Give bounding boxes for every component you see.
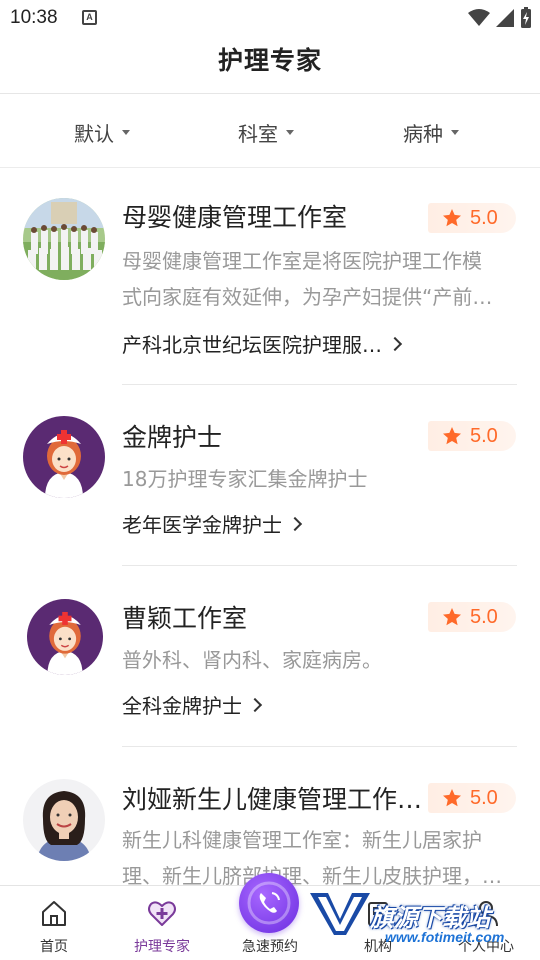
notification-icon: A — [82, 10, 97, 25]
rating-badge: 5.0 — [428, 783, 516, 813]
chevron-right-icon — [247, 697, 263, 712]
chevron-right-icon — [387, 336, 403, 351]
title-bar: 护理专家 — [0, 36, 540, 94]
watermark-text: 旗源下载站 — [370, 904, 490, 932]
phone-icon — [247, 881, 291, 925]
expert-description: 普外科、肾内科、家庭病房。 — [122, 642, 502, 678]
star-icon — [443, 209, 461, 227]
quick-booking-button[interactable] — [239, 873, 299, 933]
page-title: 护理专家 — [217, 46, 322, 75]
expert-card[interactable]: 曹颖工作室 5.0 普外科、肾内科、家庭病房。 全科金牌护士 — [0, 566, 540, 747]
rating-value: 5.0 — [470, 206, 498, 229]
status-bar: 10:38 A — [0, 0, 540, 36]
tab-label: 护理专家 — [134, 939, 190, 955]
caret-down-icon — [122, 130, 130, 135]
expert-tag[interactable]: 产科北京世纪坛医院护理服… — [122, 329, 403, 358]
description-line: 理、新生儿脐部护理、新生儿皮肤护理，… — [122, 864, 502, 885]
description-line: 普外科、肾内科、家庭病房。 — [122, 648, 382, 672]
expert-tag[interactable]: 全科金牌护士 — [122, 690, 263, 719]
expert-name: 金牌护士 — [122, 423, 223, 452]
expert-tag[interactable]: 老年医学金牌护士 — [122, 509, 303, 538]
expert-name: 母婴健康管理工作室 — [122, 203, 348, 232]
filter-department[interactable]: 科室 — [238, 118, 294, 147]
tag-label: 全科金牌护士 — [122, 694, 242, 718]
home-icon — [42, 901, 66, 926]
battery-icon — [521, 7, 531, 28]
avatar — [27, 599, 103, 675]
expert-description: 母婴健康管理工作室是将医院护理工作模 式向家庭有效延伸，为孕产妇提供“产前… — [122, 243, 502, 315]
tab-home[interactable]: 首页 — [0, 886, 108, 960]
filter-disease[interactable]: 病种 — [403, 118, 459, 147]
expert-description: 18万护理专家汇集金牌护士 — [122, 461, 502, 497]
tab-label: 首页 — [40, 939, 68, 955]
rating-value: 5.0 — [470, 786, 498, 809]
tag-label: 老年医学金牌护士 — [122, 513, 282, 537]
filter-label: 病种 — [403, 122, 443, 146]
avatar — [23, 416, 105, 498]
rating-value: 5.0 — [470, 424, 498, 447]
signal-icon — [496, 9, 514, 27]
watermark-url: www.fotimeit.com — [385, 929, 505, 945]
status-time: 10:38 — [10, 7, 58, 28]
avatar — [23, 779, 105, 861]
expert-name: 刘娅新生儿健康管理工作… — [122, 785, 422, 814]
description-line: 新生儿科健康管理工作室：新生儿居家护 — [122, 828, 482, 852]
rating-badge: 5.0 — [428, 203, 516, 233]
watermark-logo — [310, 893, 370, 935]
description-line: 母婴健康管理工作室是将医院护理工作模 — [122, 249, 482, 273]
filter-bar: 默认 科室 病种 — [0, 94, 540, 168]
expert-list: 母婴健康管理工作室 5.0 母婴健康管理工作室是将医院护理工作模 式向家庭有效延… — [0, 168, 540, 885]
rating-badge: 5.0 — [428, 421, 516, 451]
rating-value: 5.0 — [470, 605, 498, 628]
expert-card[interactable]: 金牌护士 5.0 18万护理专家汇集金牌护士 老年医学金牌护士 — [0, 385, 540, 566]
expert-name: 曹颖工作室 — [122, 604, 248, 633]
filter-label: 默认 — [74, 122, 114, 146]
filter-default[interactable]: 默认 — [74, 118, 130, 147]
tab-label: 急速预约 — [242, 939, 298, 955]
avatar — [23, 198, 105, 280]
description-line: 式向家庭有效延伸，为孕产妇提供“产前… — [122, 285, 493, 309]
status-icons — [468, 6, 532, 30]
star-icon — [443, 427, 461, 445]
expert-card[interactable]: 刘娅新生儿健康管理工作… 5.0 新生儿科健康管理工作室：新生儿居家护 理、新生… — [0, 747, 540, 885]
description-line: 18万护理专家汇集金牌护士 — [122, 467, 368, 491]
expert-card[interactable]: 母婴健康管理工作室 5.0 母婴健康管理工作室是将医院护理工作模 式向家庭有效延… — [0, 168, 540, 385]
rating-badge: 5.0 — [428, 602, 516, 632]
star-icon — [443, 789, 461, 807]
filter-label: 科室 — [238, 122, 278, 146]
expert-description: 新生儿科健康管理工作室：新生儿居家护 理、新生儿脐部护理、新生儿皮肤护理，… — [122, 822, 502, 885]
chevron-right-icon — [287, 516, 303, 531]
caret-down-icon — [451, 130, 459, 135]
tag-label: 产科北京世纪坛医院护理服… — [122, 333, 382, 357]
tab-experts[interactable]: 护理专家 — [108, 886, 216, 960]
wifi-icon — [468, 9, 490, 26]
heart-plus-icon — [148, 901, 176, 926]
caret-down-icon — [286, 130, 294, 135]
star-icon — [443, 608, 461, 626]
